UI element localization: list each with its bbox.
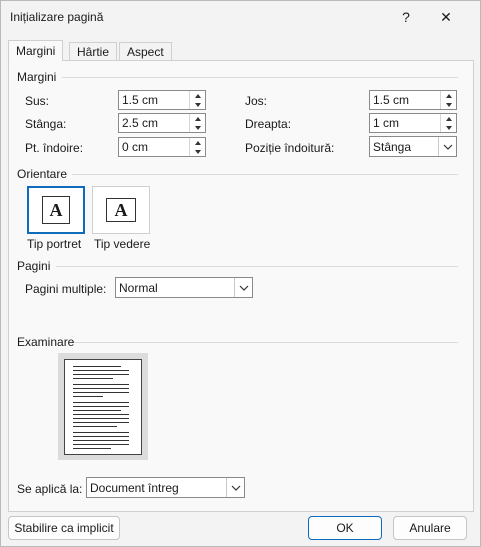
apply-to-value: Document întreg [90, 481, 179, 495]
left-margin-value[interactable]: 2.5 cm [122, 116, 158, 130]
orientation-group-label: Orientare [17, 167, 68, 181]
preview-text-line [73, 366, 121, 367]
gutter-value[interactable]: 0 cm [122, 140, 148, 154]
close-icon: ✕ [440, 8, 452, 25]
spin-down-icon[interactable] [190, 100, 205, 109]
right-margin-value[interactable]: 1 cm [373, 116, 399, 130]
spin-down-icon[interactable] [190, 123, 205, 132]
ok-button[interactable]: OK [308, 516, 382, 540]
chevron-down-icon[interactable] [438, 137, 456, 156]
title-bar: Inițializare pagină ? ✕ [1, 1, 480, 33]
multiple-pages-value: Normal [119, 281, 158, 295]
left-margin-label: Stânga: [25, 117, 67, 131]
orientation-separator [72, 174, 458, 175]
preview-text-line [73, 402, 129, 403]
landscape-button[interactable]: A [92, 186, 150, 234]
multiple-pages-label: Pagini multiple: [25, 282, 107, 296]
set-as-default-button[interactable]: Stabilire ca implicit [8, 516, 120, 540]
cancel-button[interactable]: Anulare [393, 516, 467, 540]
margins-group-label: Margini [17, 70, 57, 84]
spin-up-icon[interactable] [441, 114, 456, 123]
preview-text-line [73, 384, 129, 385]
left-margin-spinner[interactable]: 2.5 cm [118, 113, 206, 133]
preview-page [64, 359, 142, 455]
page-preview [58, 353, 148, 460]
close-button[interactable]: ✕ [429, 1, 463, 33]
preview-text-line [73, 444, 129, 445]
gutter-position-select[interactable]: Stânga [369, 136, 457, 157]
pages-group-label: Pagini [17, 259, 51, 273]
top-margin-spinner[interactable]: 1.5 cm [118, 90, 206, 110]
preview-text-line [73, 392, 129, 393]
preview-text-line [73, 448, 111, 449]
bottom-margin-spinner[interactable]: 1.5 cm [369, 90, 457, 110]
preview-group-label: Examinare [17, 335, 75, 349]
help-icon: ? [402, 9, 410, 25]
page-setup-dialog: Inițializare pagină ? ✕ Margini Hârtie A… [0, 0, 481, 547]
preview-text-line [73, 406, 129, 407]
spin-down-icon[interactable] [190, 147, 205, 156]
right-margin-spinner[interactable]: 1 cm [369, 113, 457, 133]
preview-text-line [73, 378, 113, 379]
portrait-label: Tip portret [27, 237, 82, 251]
preview-text-line [73, 426, 117, 427]
preview-text-line [73, 374, 129, 375]
tab-margins[interactable]: Margini [8, 40, 64, 61]
bottom-margin-value[interactable]: 1.5 cm [373, 93, 409, 107]
chevron-down-icon[interactable] [226, 478, 244, 497]
tab-paper[interactable]: Hârtie [69, 42, 118, 61]
spin-down-icon[interactable] [441, 123, 456, 132]
top-margin-value[interactable]: 1.5 cm [122, 93, 158, 107]
preview-text-line [73, 418, 129, 419]
preview-text-line [73, 388, 129, 389]
tab-layout[interactable]: Aspect [119, 42, 172, 61]
margins-separator [62, 77, 458, 78]
gutter-label: Pt. îndoire: [25, 141, 84, 155]
spin-up-icon[interactable] [190, 91, 205, 100]
landscape-label: Tip vedere [94, 237, 151, 251]
gutter-position-value: Stânga [373, 140, 412, 154]
portrait-button[interactable]: A [27, 186, 85, 234]
gutter-position-label: Poziție îndoitură: [245, 141, 335, 155]
apply-to-select[interactable]: Document întreg [86, 477, 245, 498]
bottom-margin-label: Jos: [245, 94, 268, 108]
dialog-title: Inițializare pagină [10, 10, 104, 24]
pages-separator [56, 266, 458, 267]
top-margin-label: Sus: [25, 94, 50, 108]
portrait-page-icon: A [42, 196, 70, 224]
preview-text-line [73, 370, 129, 371]
apply-to-label: Se aplică la: [17, 482, 83, 496]
landscape-page-icon: A [106, 198, 136, 222]
preview-text-line [73, 440, 129, 441]
spin-up-icon[interactable] [190, 114, 205, 123]
spin-down-icon[interactable] [441, 100, 456, 109]
help-button[interactable]: ? [389, 1, 423, 33]
preview-text-line [73, 436, 129, 437]
preview-separator [74, 342, 458, 343]
preview-text-line [73, 432, 129, 433]
preview-text-line [73, 414, 129, 415]
chevron-down-icon[interactable] [234, 278, 252, 297]
right-margin-label: Dreapta: [245, 117, 292, 131]
preview-text-line [73, 410, 121, 411]
multiple-pages-select[interactable]: Normal [115, 277, 253, 298]
preview-text-line [73, 396, 103, 397]
spin-up-icon[interactable] [190, 138, 205, 147]
preview-text-line [73, 422, 129, 423]
gutter-spinner[interactable]: 0 cm [118, 137, 206, 157]
spin-up-icon[interactable] [441, 91, 456, 100]
